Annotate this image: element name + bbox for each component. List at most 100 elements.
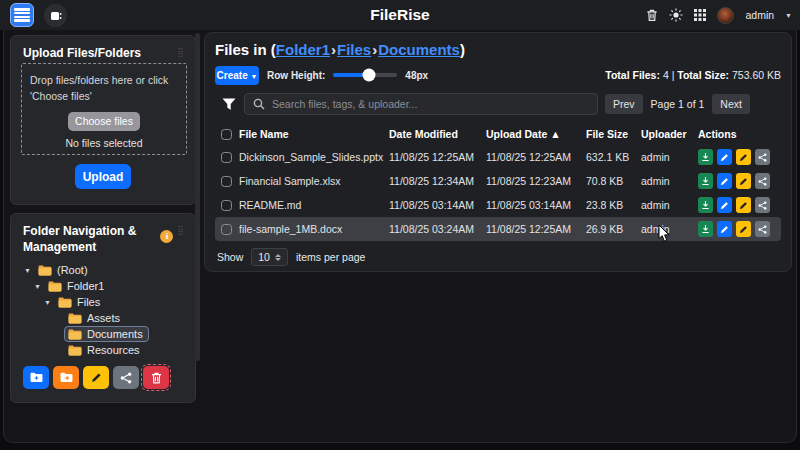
scrollbar[interactable] bbox=[195, 33, 200, 361]
search-box[interactable] bbox=[244, 93, 598, 115]
select-arrows-icon bbox=[275, 254, 281, 261]
breadcrumb-link[interactable]: Documents bbox=[378, 41, 460, 58]
per-page-label: items per page bbox=[296, 251, 365, 263]
grid-icon[interactable] bbox=[694, 9, 706, 21]
download-button[interactable] bbox=[698, 221, 713, 237]
filter-icon[interactable] bbox=[222, 98, 236, 111]
rename-button[interactable] bbox=[736, 197, 751, 213]
next-page-button[interactable]: Next bbox=[712, 94, 750, 114]
create-button[interactable]: Create ▼ bbox=[215, 66, 259, 85]
breadcrumb-link[interactable]: Files bbox=[337, 41, 371, 58]
folder-icon bbox=[58, 297, 72, 308]
share-button[interactable] bbox=[755, 173, 770, 189]
tree-item[interactable]: ▼ Resources bbox=[11, 342, 195, 358]
prev-page-button[interactable]: Prev bbox=[605, 94, 643, 114]
drag-handle-icon[interactable]: ⣿ bbox=[177, 226, 185, 235]
breadcrumb: Folder1›Files›Documents bbox=[276, 41, 460, 58]
move-folder-button[interactable] bbox=[53, 366, 79, 389]
edit-button[interactable] bbox=[717, 173, 732, 189]
tree-item[interactable]: ▼ Assets bbox=[11, 310, 195, 326]
caret-down-icon[interactable]: ▼ bbox=[23, 267, 32, 274]
folder-icon bbox=[68, 329, 82, 340]
table-row[interactable]: Financial Sample.xlsx 11/08/25 12:34AM 1… bbox=[215, 169, 781, 193]
date-modified: 11/08/25 03:14AM bbox=[389, 199, 486, 211]
edit-button[interactable] bbox=[717, 221, 732, 237]
file-name[interactable]: Dickinson_Sample_Slides.pptx bbox=[239, 151, 389, 163]
rename-button[interactable] bbox=[736, 149, 751, 165]
rename-button[interactable] bbox=[736, 221, 751, 237]
breadcrumb-link[interactable]: Folder1 bbox=[276, 41, 330, 58]
share-button[interactable] bbox=[755, 197, 770, 213]
items-per-page-select[interactable]: 10 bbox=[251, 248, 288, 266]
uploader: admin bbox=[641, 199, 698, 211]
download-button[interactable] bbox=[698, 173, 713, 189]
share-button[interactable] bbox=[755, 221, 770, 237]
drag-handle-icon[interactable]: ⣿ bbox=[177, 48, 185, 57]
file-size: 23.8 KB bbox=[586, 199, 641, 211]
dropzone[interactable]: Drop files/folders here or click'Choose … bbox=[21, 63, 187, 155]
file-name[interactable]: Financial Sample.xlsx bbox=[239, 175, 389, 187]
col-uploader[interactable]: Uploader bbox=[641, 128, 698, 140]
rename-button[interactable] bbox=[736, 173, 751, 189]
user-name[interactable]: admin bbox=[745, 9, 774, 21]
file-name[interactable]: file-sample_1MB.docx bbox=[239, 223, 389, 235]
caret-down-icon[interactable]: ▼ bbox=[43, 299, 52, 306]
search-input[interactable] bbox=[272, 98, 552, 110]
edit-button[interactable] bbox=[717, 197, 732, 213]
share-button[interactable] bbox=[755, 149, 770, 165]
tree-item[interactable]: ▼ Files bbox=[11, 294, 195, 310]
col-file-name[interactable]: File Name bbox=[239, 128, 389, 140]
row-checkbox[interactable] bbox=[221, 176, 232, 187]
table-row[interactable]: README.md 11/08/25 03:14AM 11/08/25 03:1… bbox=[215, 193, 781, 217]
delete-folder-button[interactable] bbox=[143, 366, 169, 389]
choose-files-button[interactable]: Choose files bbox=[68, 112, 140, 131]
select-all-checkbox[interactable] bbox=[221, 129, 232, 140]
create-folder-button[interactable] bbox=[23, 366, 49, 389]
upload-button[interactable]: Upload bbox=[75, 164, 131, 189]
download-button[interactable] bbox=[698, 149, 713, 165]
file-name[interactable]: README.md bbox=[239, 199, 389, 211]
tree-item[interactable]: ▼ (Root) bbox=[11, 262, 195, 278]
upload-date: 11/08/25 12:25AM bbox=[486, 223, 586, 235]
col-upload-date[interactable]: Upload Date ▲ bbox=[486, 128, 586, 140]
sun-icon[interactable] bbox=[669, 8, 683, 22]
row-actions bbox=[698, 221, 781, 237]
row-height-label: Row Height: bbox=[267, 70, 325, 81]
row-checkbox[interactable] bbox=[221, 224, 232, 235]
info-icon[interactable]: i bbox=[160, 230, 173, 243]
caret-down-icon: ▼ bbox=[250, 73, 257, 80]
folder-icon bbox=[48, 281, 62, 292]
row-actions bbox=[698, 197, 781, 213]
row-checkbox[interactable] bbox=[221, 152, 232, 163]
table-row[interactable]: file-sample_1MB.docx 11/08/25 03:24AM 11… bbox=[215, 217, 781, 241]
page-indicator: Page 1 of 1 bbox=[651, 98, 705, 110]
file-rows: Dickinson_Sample_Slides.pptx 11/08/25 12… bbox=[215, 145, 781, 241]
table-row[interactable]: Dickinson_Sample_Slides.pptx 11/08/25 12… bbox=[215, 145, 781, 169]
edit-button[interactable] bbox=[717, 149, 732, 165]
upload-date: 11/08/25 12:25AM bbox=[486, 151, 586, 163]
tree-item[interactable]: ▼ Documents bbox=[11, 326, 195, 342]
date-modified: 11/08/25 03:24AM bbox=[389, 223, 486, 235]
tree-item-label: Folder1 bbox=[67, 280, 104, 292]
folder-icon bbox=[68, 313, 82, 324]
download-button[interactable] bbox=[698, 197, 713, 213]
row-height-slider[interactable] bbox=[333, 73, 397, 77]
share-folder-button[interactable] bbox=[113, 366, 139, 389]
col-file-size[interactable]: File Size bbox=[586, 128, 641, 140]
trash-icon[interactable] bbox=[646, 9, 658, 22]
show-label: Show bbox=[217, 251, 243, 263]
table-header: File Name Date Modified Upload Date ▲ Fi… bbox=[215, 123, 781, 145]
caret-down-icon[interactable]: ▼ bbox=[785, 12, 792, 19]
tree-item[interactable]: ▼ Folder1 bbox=[11, 278, 195, 294]
rename-folder-button[interactable] bbox=[83, 366, 109, 389]
tree-item-label: Resources bbox=[87, 344, 140, 356]
folder-actions bbox=[23, 366, 169, 389]
caret-down-icon[interactable]: ▼ bbox=[33, 283, 42, 290]
row-checkbox[interactable] bbox=[221, 200, 232, 211]
slider-thumb[interactable] bbox=[362, 69, 375, 82]
date-modified: 11/08/25 12:25AM bbox=[389, 151, 486, 163]
col-date-modified[interactable]: Date Modified bbox=[389, 128, 486, 140]
upload-card: Upload Files/Folders ⣿ Drop files/folder… bbox=[10, 35, 196, 205]
user-avatar[interactable] bbox=[717, 7, 734, 24]
uploader: admin bbox=[641, 175, 698, 187]
